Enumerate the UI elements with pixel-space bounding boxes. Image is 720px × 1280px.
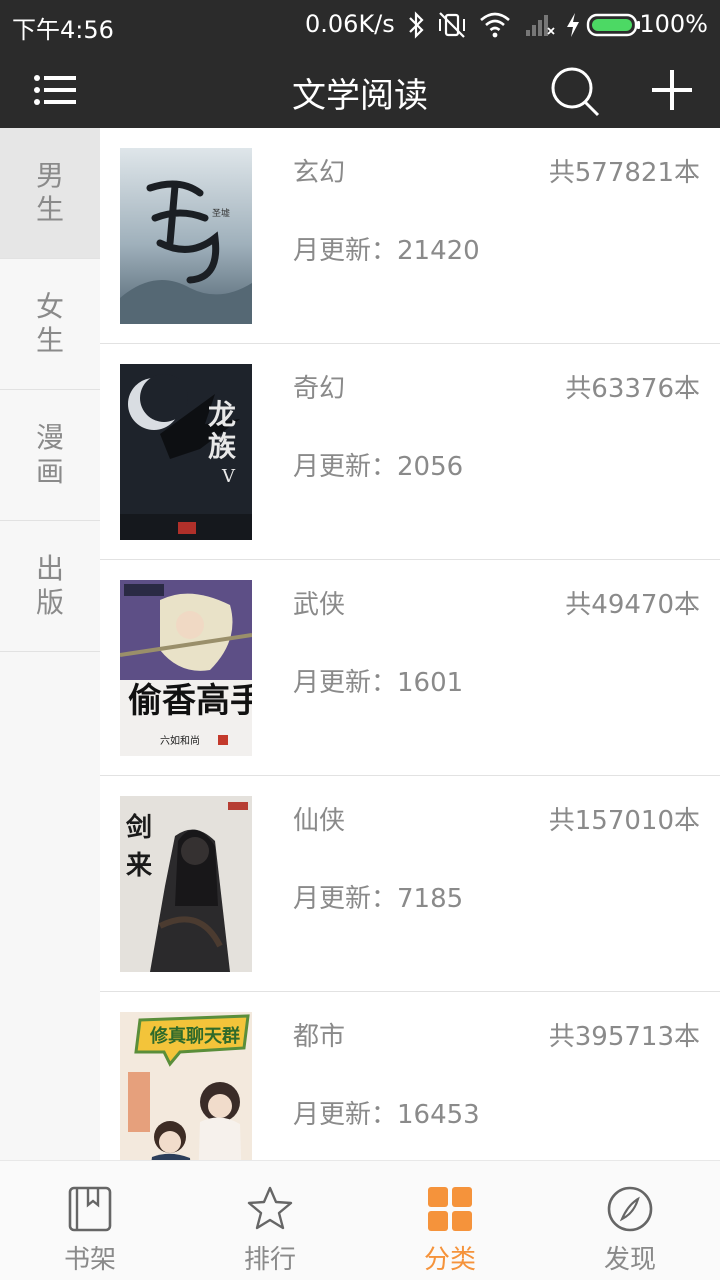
sidebar-item-label: 出版: [35, 552, 64, 619]
category-total: 共395713本: [548, 1022, 700, 1052]
category-name: 玄幻: [293, 158, 346, 188]
category-total: 共157010本: [548, 806, 700, 836]
category-total: 共49470本: [565, 590, 700, 620]
book-cover-image: 龙 族 V: [120, 364, 252, 540]
charging-icon: [567, 13, 579, 37]
category-total: 共577821本: [548, 158, 700, 188]
category-row-xuanhuan[interactable]: 圣墟 玄幻 共577821本 月更新：21420: [100, 128, 720, 344]
signal-icon: [526, 15, 555, 36]
svg-text:龙: 龙: [208, 398, 236, 431]
category-grid-icon: [428, 1187, 472, 1231]
sidebar-item-publishing[interactable]: 出版: [0, 521, 100, 652]
svg-text:V: V: [221, 466, 236, 487]
sidebar-item-female[interactable]: 女生: [0, 259, 100, 390]
sidebar-item-male[interactable]: 男生: [0, 128, 100, 259]
page-title: 文学阅读: [292, 76, 428, 116]
tab-label: 书架: [63, 1245, 116, 1275]
bluetooth-icon: [409, 11, 424, 39]
category-monthly-update: 月更新：21420: [293, 236, 480, 266]
bookshelf-icon: [68, 1186, 112, 1232]
vibrate-mute-icon: [439, 12, 465, 38]
book-cover-image: 修真聊天群: [120, 1012, 252, 1160]
category-name: 仙侠: [293, 806, 346, 836]
sidebar-item-label: 女生: [35, 290, 64, 357]
category-monthly-update: 月更新：16453: [293, 1100, 480, 1130]
tab-category[interactable]: 分类: [360, 1161, 540, 1280]
category-monthly-update: 月更新：2056: [293, 452, 464, 482]
book-cover-image: 剑 来: [120, 796, 252, 972]
tab-ranking[interactable]: 排行: [180, 1161, 360, 1280]
battery-icon: [586, 13, 640, 37]
category-row-qihuan[interactable]: 龙 族 V 奇幻 共63376本 月更新：2056: [100, 344, 720, 560]
svg-text:偷香高手: 偷香高手: [128, 681, 252, 721]
cover-title: 圣墟: [212, 207, 230, 219]
svg-text:修真聊天群: 修真聊天群: [149, 1025, 240, 1047]
network-speed: 0.06K/s: [305, 10, 395, 38]
tab-label: 排行: [243, 1245, 296, 1275]
sidebar-item-label: 男生: [35, 159, 64, 226]
tab-discover[interactable]: 发现: [540, 1161, 720, 1280]
category-sidebar: 男生 女生 漫画 出版: [0, 128, 100, 1160]
search-icon[interactable]: [548, 64, 604, 120]
svg-text:六如和尚: 六如和尚: [160, 734, 200, 747]
svg-text:族: 族: [208, 430, 237, 463]
wifi-icon: [480, 12, 510, 38]
book-cover-image: 圣墟: [120, 148, 252, 324]
tab-bookshelf[interactable]: 书架: [0, 1161, 180, 1280]
category-row-wuxia[interactable]: 偷香高手 六如和尚 武侠 共49470本 月更新：1601: [100, 560, 720, 776]
category-list: 圣墟 玄幻 共577821本 月更新：21420 龙 族 V 奇幻 共63376…: [100, 128, 720, 1160]
category-name: 武侠: [293, 590, 346, 620]
category-name: 都市: [293, 1022, 346, 1052]
category-name: 奇幻: [293, 374, 346, 404]
add-icon[interactable]: [648, 66, 696, 114]
category-total: 共63376本: [565, 374, 700, 404]
book-cover-image: 偷香高手 六如和尚: [120, 580, 252, 756]
app-bar: 文学阅读: [0, 52, 720, 128]
sidebar-item-label: 漫画: [35, 421, 64, 488]
svg-text:来: 来: [126, 851, 153, 881]
category-monthly-update: 月更新：7185: [293, 884, 464, 914]
compass-icon: [607, 1186, 653, 1232]
bottom-nav: 书架 排行 分类 发现: [0, 1160, 720, 1280]
category-row-dushi[interactable]: 修真聊天群 都市 共395713本 月更新：16453: [100, 992, 720, 1160]
status-time: 下午4:56: [12, 16, 114, 44]
battery-percent: 100%: [639, 10, 708, 38]
tab-label: 分类: [423, 1245, 476, 1275]
category-monthly-update: 月更新：1601: [293, 668, 464, 698]
sidebar-item-comics[interactable]: 漫画: [0, 390, 100, 521]
star-icon: [247, 1186, 293, 1230]
svg-text:剑: 剑: [126, 812, 152, 843]
status-bar: 下午4:56 0.06K/s 100%: [0, 0, 720, 52]
tab-label: 发现: [603, 1245, 656, 1275]
category-row-xianxia[interactable]: 剑 来 仙侠 共157010本 月更新：7185: [100, 776, 720, 992]
